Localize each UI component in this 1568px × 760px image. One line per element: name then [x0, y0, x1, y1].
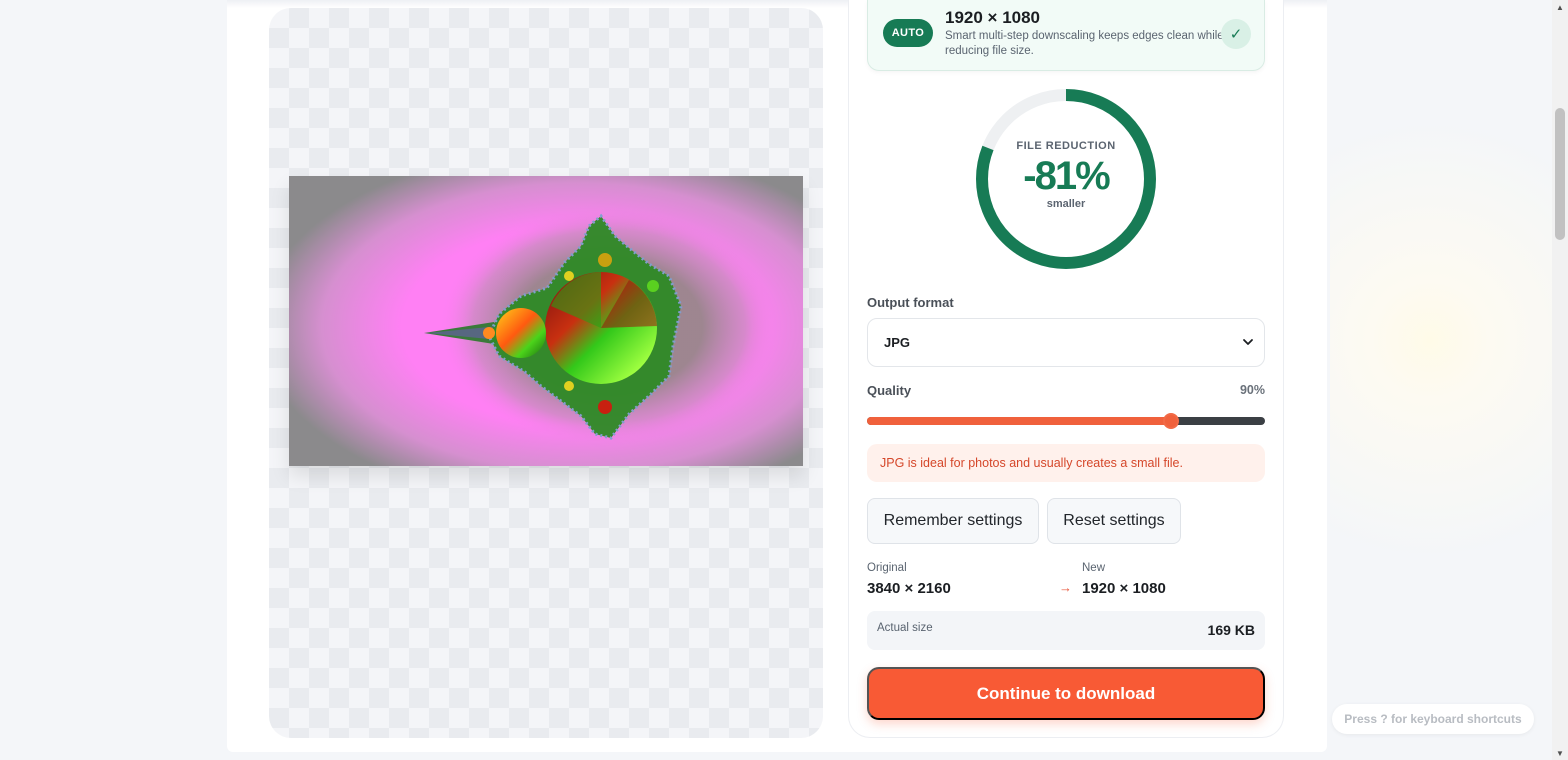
chevron-down-icon — [1243, 339, 1253, 345]
output-format-label: Output format — [867, 295, 954, 310]
auto-resize-card[interactable]: AUTO 1920 × 1080 Smart multi-step downsc… — [867, 0, 1265, 71]
image-preview-area — [269, 8, 823, 738]
slider-thumb[interactable] — [1163, 413, 1180, 429]
page-scrollbar[interactable]: ▲ ▼ — [1552, 0, 1568, 760]
slider-fill — [867, 417, 1172, 425]
new-dimensions: 1920 × 1080 — [1082, 580, 1166, 597]
format-hint: JPG is ideal for photos and usually crea… — [867, 444, 1265, 482]
quality-slider[interactable] — [867, 412, 1265, 430]
gauge-caption: smaller — [1046, 198, 1086, 210]
original-label: Original — [867, 562, 907, 574]
selected-format: JPG — [884, 335, 911, 350]
target-dimensions: 1920 × 1080 — [945, 8, 1041, 27]
preview-image — [289, 176, 803, 466]
remember-settings-button[interactable]: Remember settings — [867, 498, 1039, 544]
auto-description: Smart multi-step downscaling keeps edges… — [945, 30, 1224, 57]
new-label: New — [1082, 562, 1106, 574]
actual-size-label: Actual size — [877, 622, 933, 634]
scroll-thumb[interactable] — [1555, 108, 1565, 240]
quality-label: Quality — [867, 383, 912, 398]
reduction-percent: -81% — [1023, 154, 1110, 198]
file-reduction-gauge: FILE REDUCTION -81% smaller — [965, 78, 1167, 280]
scroll-up-icon[interactable]: ▲ — [1552, 0, 1568, 14]
fractal-image — [289, 176, 803, 466]
keyboard-shortcuts-hint[interactable]: Press ? for keyboard shortcuts — [1332, 704, 1534, 734]
arrow-right-icon: → — [1059, 580, 1072, 595]
reset-settings-button[interactable]: Reset settings — [1047, 498, 1181, 544]
page-background — [1330, 0, 1552, 760]
check-icon: ✓ — [1221, 19, 1251, 49]
actual-size-value: 169 KB — [1207, 622, 1255, 638]
output-format-select[interactable]: JPG — [867, 318, 1265, 367]
original-dimensions: 3840 × 2160 — [867, 580, 951, 597]
actual-size-box: Actual size 169 KB — [867, 611, 1265, 650]
quality-value: 90% — [1239, 383, 1265, 397]
scroll-down-icon[interactable]: ▼ — [1552, 746, 1568, 760]
auto-badge: AUTO — [883, 19, 933, 47]
continue-to-download-button[interactable]: Continue to download — [867, 667, 1265, 720]
gauge-label: FILE REDUCTION — [1016, 140, 1116, 152]
